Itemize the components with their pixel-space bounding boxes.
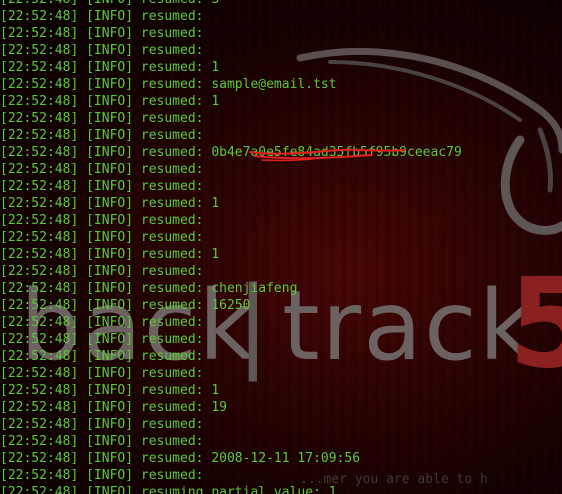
terminal-line: [22:52:48] [INFO] resumed: 1 [0, 60, 220, 75]
terminal-window[interactable]: back | track 5 ...mer you are able to h … [0, 0, 562, 494]
terminal-line: [22:52:48] [INFO] resumed: 3' [0, 0, 462, 8]
terminal-line: [22:52:48] [INFO] resumed: 1 [0, 247, 220, 262]
terminal-line: [22:52:48] [INFO] resumed: [0, 43, 204, 58]
terminal-line: [22:52:48] [INFO] resumed: sample@email.… [0, 77, 337, 92]
terminal-line: [22:52:48] [INFO] resumed: [0, 349, 204, 364]
terminal-line: [22:52:48] [INFO] resumed: [0, 111, 204, 126]
terminal-line: [22:52:48] [INFO] resumed: [0, 179, 204, 194]
terminal-line: [22:52:48] [INFO] resumed: [0, 417, 204, 432]
terminal-line: [22:52:48] [INFO] resumed: 2008-12-11 17… [0, 451, 361, 466]
terminal-line: [22:52:48] [INFO] resumed: [0, 332, 204, 347]
terminal-line: [22:52:48] [INFO] resumed: 16250 [0, 298, 251, 313]
terminal-line: [22:52:48] [INFO] resumed: 1 [0, 383, 220, 398]
terminal-line: [22:52:48] [INFO] resumed: [0, 128, 204, 143]
terminal-line: [22:52:48] [INFO] resumed: [0, 366, 204, 381]
terminal-line: [22:52:48] [INFO] resuming partial value… [0, 485, 337, 494]
terminal-line: [22:52:48] [INFO] resumed: 1 [0, 94, 220, 109]
terminal-line: [22:52:48] [INFO] resumed: [0, 213, 204, 228]
terminal-line: [22:52:48] [INFO] resumed: 1 [0, 196, 220, 211]
terminal-line: [22:52:48] [INFO] resumed: [0, 264, 204, 279]
terminal-line: [22:52:48] [INFO] resumed: [0, 9, 204, 24]
terminal-line: [22:52:48] [INFO] resumed: 19 [0, 400, 227, 415]
backtrack-version-number: 5 [508, 252, 562, 396]
terminal-line: [22:52:48] [INFO] resumed: 0b4e7a0e5fe84… [0, 145, 462, 160]
terminal-line: [22:52:48] [INFO] resumed: [0, 434, 204, 449]
terminal-output[interactable]: [22:52:48] [INFO] resumed: 3'[22:52:48] … [0, 0, 462, 494]
terminal-line: [22:52:48] [INFO] resumed: chenjiafeng [0, 281, 298, 296]
terminal-line: [22:52:48] [INFO] resumed: [0, 468, 204, 483]
terminal-line: [22:52:48] [INFO] resumed: [0, 315, 204, 330]
terminal-line: [22:52:48] [INFO] resumed: [0, 26, 204, 41]
terminal-line: [22:52:48] [INFO] resumed: [0, 230, 204, 245]
terminal-line: [22:52:48] [INFO] resumed: [0, 162, 204, 177]
